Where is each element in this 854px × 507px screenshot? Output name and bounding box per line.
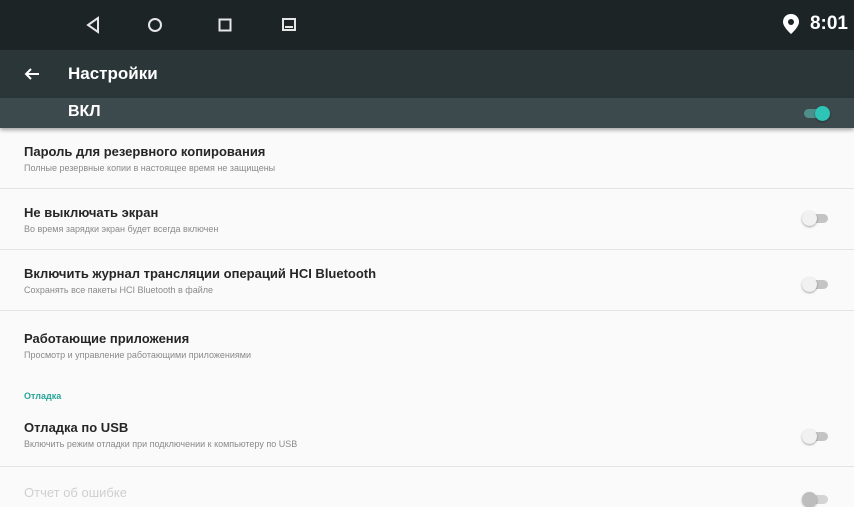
category-header-debugging: Отладка: [24, 391, 62, 401]
toggle-thumb: [802, 211, 817, 226]
nav-home-icon[interactable]: [142, 12, 168, 38]
page-title: Настройки: [68, 64, 158, 83]
toggle-thumb: [815, 106, 830, 121]
list-item-running-apps[interactable]: Работающие приложения Просмотр и управле…: [0, 311, 854, 381]
master-toggle[interactable]: [802, 105, 830, 121]
item-title: Работающие приложения: [24, 331, 190, 346]
toggle-thumb: [802, 277, 817, 292]
nav-screenshot-icon[interactable]: [276, 12, 302, 38]
clock-time: 8:01: [809, 13, 848, 34]
location-icon: [780, 12, 802, 36]
item-title: Отладка по USB: [24, 420, 129, 435]
toggle-thumb: [802, 492, 817, 507]
list-item-bug-report: Отчет об ошибке: [0, 467, 854, 507]
hci-log-toggle[interactable]: [802, 276, 830, 292]
nav-recents-icon[interactable]: [212, 12, 238, 38]
item-subtitle: Просмотр и управление работающими прилож…: [24, 350, 252, 360]
master-switch-bar[interactable]: ВКЛ: [0, 98, 854, 128]
list-item-hci-bluetooth-log[interactable]: Включить журнал трансляции операций HCI …: [0, 250, 854, 311]
app-toolbar: Настройки: [0, 50, 854, 98]
item-subtitle: Полные резервные копии в настоящее время…: [24, 163, 276, 173]
list-item-stay-awake[interactable]: Не выключать экран Во время зарядки экра…: [0, 189, 854, 250]
item-subtitle: Во время зарядки экран будет всегда вклю…: [24, 224, 219, 234]
item-title: Не выключать экран: [24, 205, 159, 220]
nav-back-icon[interactable]: [80, 12, 106, 38]
toggle-thumb: [802, 429, 817, 444]
stay-awake-toggle[interactable]: [802, 210, 830, 226]
master-switch-label: ВКЛ: [68, 103, 101, 120]
item-title: Отчет об ошибке: [24, 485, 127, 500]
item-title: Включить журнал трансляции операций HCI …: [24, 266, 377, 281]
list-item-usb-debugging[interactable]: Отладка по USB Включить режим отладки пр…: [0, 408, 854, 467]
item-title: Пароль для резервного копирования: [24, 144, 266, 159]
usb-debugging-toggle[interactable]: [802, 428, 830, 444]
item-subtitle: Включить режим отладки при подключении к…: [24, 439, 298, 449]
list-item-backup-password[interactable]: Пароль для резервного копирования Полные…: [0, 128, 854, 189]
status-bar: 8:01: [0, 0, 854, 50]
arrow-left-icon[interactable]: [20, 62, 44, 86]
bug-report-toggle: [802, 491, 830, 507]
item-subtitle: Сохранять все пакеты HCI Bluetooth в фай…: [24, 285, 213, 295]
